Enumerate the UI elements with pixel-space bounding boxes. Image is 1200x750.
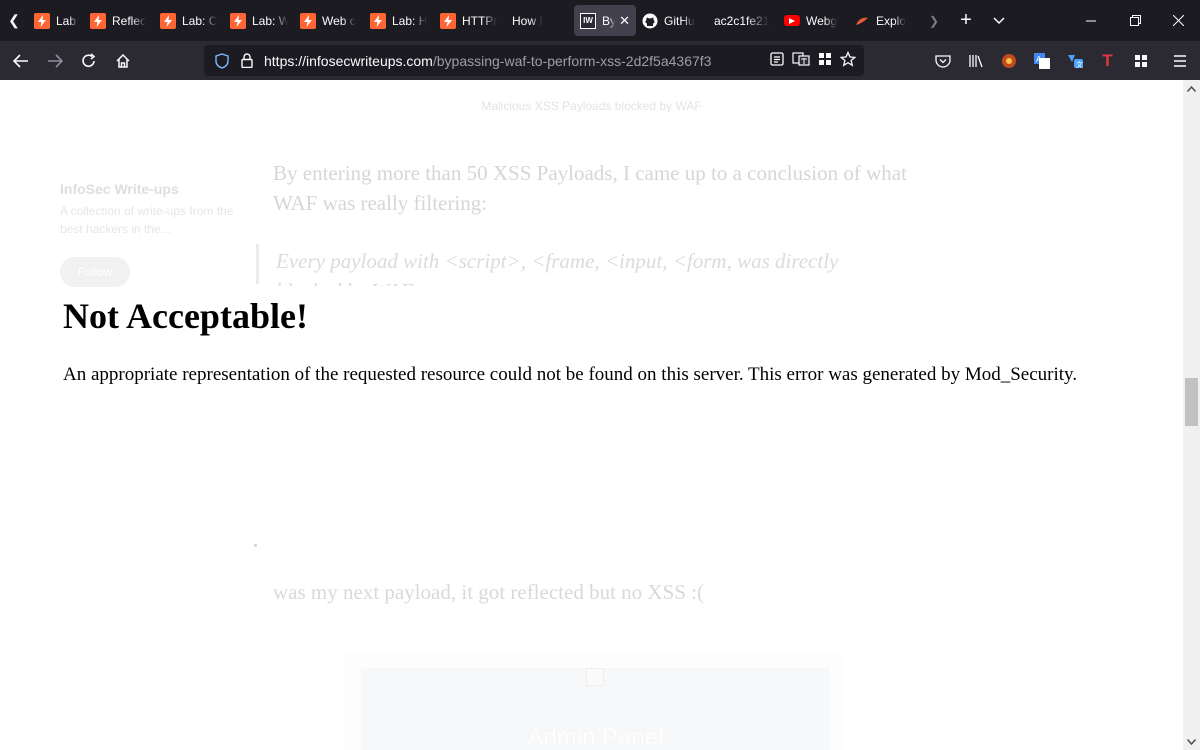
navigation-toolbar: https://infosecwriteups.com/bypassing-wa… [0,41,1200,80]
browser-tab[interactable]: How I [506,0,574,41]
tracking-protection-shield-icon[interactable] [212,52,232,69]
bookmark-star-icon[interactable] [839,50,857,70]
browser-tab[interactable]: IW Byp✕ [574,5,636,36]
back-button[interactable] [4,45,38,77]
hamburger-menu-icon[interactable] [1163,41,1196,80]
tab-label: ac2c1fe21 [714,13,770,28]
browser-tab[interactable]: HTTP/ [434,0,506,41]
translate-icon[interactable] [792,52,810,69]
tab-label: Web c [322,13,356,28]
scroll-down-arrow-icon[interactable] [1183,733,1200,750]
bullet-dot [254,544,257,547]
tab-scroll-left-icon[interactable]: ❮ [0,0,28,41]
scroll-up-arrow-icon[interactable] [1183,80,1200,97]
lock-icon[interactable] [238,53,256,68]
youtube-icon [784,13,800,29]
minimize-icon[interactable] [1068,0,1114,41]
language-extension-icon[interactable]: 文 [1058,41,1091,80]
extension-grid-icon[interactable] [818,52,832,69]
url-host: https://infosecwriteups.com [264,52,433,69]
extensions-puzzle-icon[interactable] [1124,41,1157,80]
url-text[interactable]: https://infosecwriteups.com/bypassing-wa… [264,53,711,69]
article-paragraph-2: was my next payload, it got reflected bu… [273,580,705,604]
portswigger-icon [160,12,176,29]
library-icon[interactable] [959,41,992,80]
browser-tab[interactable]: Lab: C [154,0,224,41]
publication-description: A collection of write-ups from the best … [60,204,234,236]
reload-button[interactable] [72,45,106,77]
browser-tab[interactable]: GitHu [636,0,708,41]
scrollbar-thumb[interactable] [1185,378,1198,426]
url-path: /bypassing-waf-to-perform-xss-2d2f5a4367… [432,52,712,69]
tab-label: Webg [806,13,838,28]
tab-label: Lab: Re [56,13,78,28]
translate-extension-icon[interactable]: A [1025,41,1058,80]
follow-button[interactable]: Follow [60,257,130,287]
page-content: Malicious XSS Payloads blocked by WAF By… [0,80,1183,750]
reader-view-icon[interactable] [770,52,784,69]
portswigger-icon [230,12,246,29]
restore-icon[interactable] [1114,0,1156,41]
url-bar-actions [770,45,857,76]
tab-scroll-right-icon[interactable]: ❯ [920,0,948,41]
error-title: Not Acceptable! [63,296,308,336]
new-tab-icon[interactable]: + [948,0,984,41]
tab-label: Lab: W [252,13,288,28]
tab-label: Lab: H [392,13,428,28]
tab-label: Reflec [112,13,147,28]
t-extension-icon[interactable]: T [1091,41,1124,80]
pocket-icon[interactable] [926,41,959,80]
browser-tab[interactable]: Explo [848,0,920,41]
browser-tab[interactable]: Lab: W [224,0,294,41]
article-paragraph: By entering more than 50 XSS Payloads, I… [273,161,907,215]
close-window-icon[interactable] [1156,0,1200,41]
blockquote: Every payload with <script>, <frame, <in… [276,249,839,286]
vertical-scrollbar[interactable] [1183,80,1200,750]
forward-button[interactable] [38,45,72,77]
portswigger-icon [370,12,386,29]
tab-label: HTTP/ [462,13,497,28]
infosec-writeups-icon: IW [580,12,596,29]
exploit-icon [854,13,870,29]
portswigger-icon [90,12,106,29]
browser-tab[interactable]: Web c [294,0,364,41]
browser-tab[interactable]: Lab: H [364,0,434,41]
tab-label: Byp [602,13,616,28]
admin-panel-image-text: Admin Panel [527,724,664,750]
tab-label: Lab: C [182,13,218,28]
browser-tab[interactable]: Lab: Re [28,0,84,41]
publication-name[interactable]: InfoSec Write-ups [60,181,179,197]
list-all-tabs-icon[interactable] [984,0,1014,41]
browser-tab[interactable]: Reflec [84,0,154,41]
tab-label: GitHu [664,13,695,28]
image-caption: Malicious XSS Payloads blocked by WAF [481,99,702,113]
svg-text:A: A [1036,55,1042,64]
home-button[interactable] [106,45,140,77]
portswigger-icon [34,12,50,29]
tab-strip: ❮ Lab: Re Reflec Lab: C Lab: W Web c Lab: H HT… [0,0,1200,41]
tab-label: Explo [876,13,907,28]
blockquote-bar [256,244,259,284]
svg-text:文: 文 [1076,60,1083,69]
error-message: An appropriate representation of the req… [63,364,1078,385]
url-bar[interactable]: https://infosecwriteups.com/bypassing-wa… [204,45,864,76]
github-icon [642,13,658,29]
portswigger-icon [300,12,316,29]
tab-label: How I [512,13,543,28]
tab-list: Lab: Re Reflec Lab: C Lab: W Web c Lab: H HTTP… [28,0,920,41]
toolbar-icons: A 文 T [926,41,1196,80]
browser-tab[interactable]: ac2c1fe21 [708,0,778,41]
portswigger-icon [440,12,456,29]
ublock-extension-icon[interactable] [992,41,1025,80]
tab-close-icon[interactable]: ✕ [619,13,630,29]
browser-tab[interactable]: Webg [778,0,848,41]
broken-image-icon [586,668,604,686]
